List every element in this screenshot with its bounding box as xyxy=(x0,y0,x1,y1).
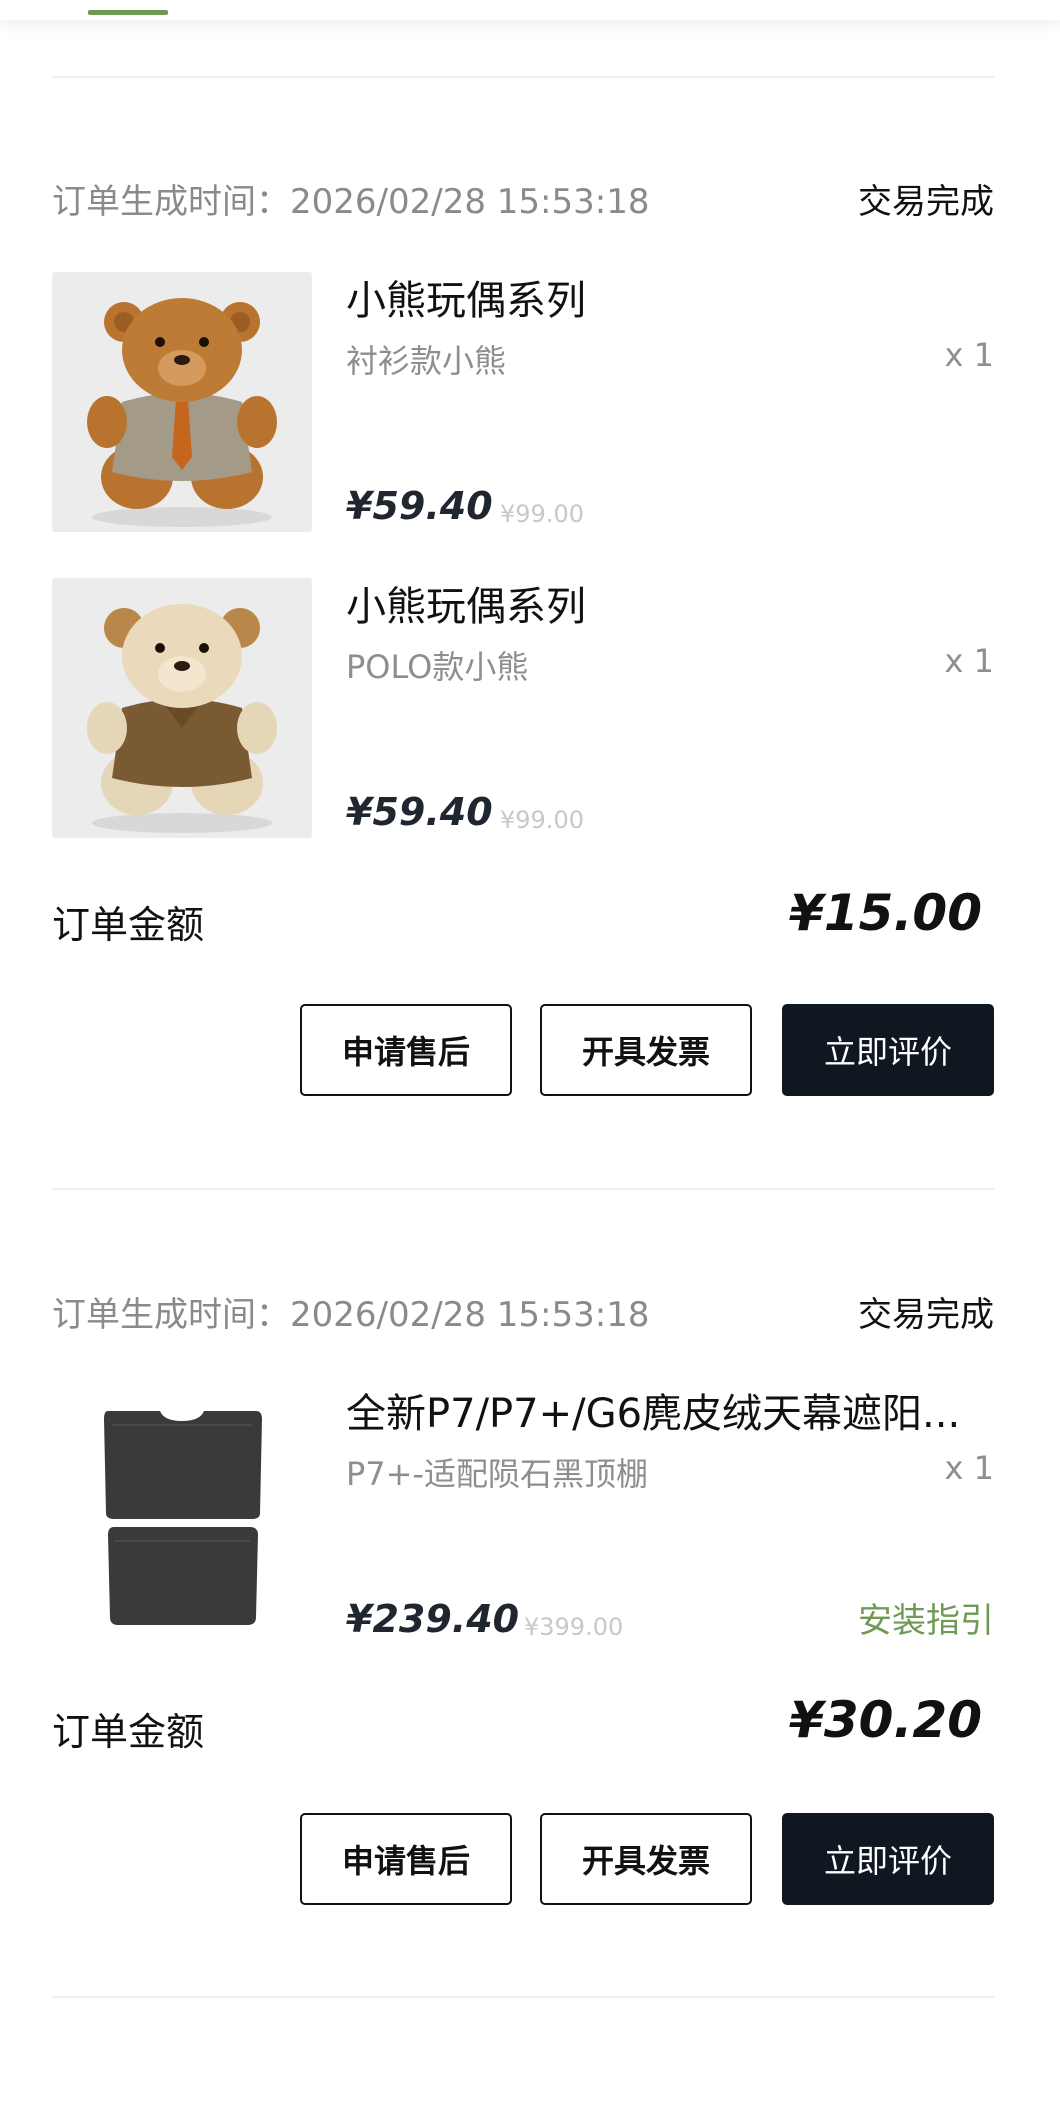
after-sales-button[interactable]: 申请售后 xyxy=(300,1813,512,1905)
product-quantity: x 1 xyxy=(944,642,994,680)
order-total-row: 订单金额 ¥15.00 xyxy=(52,884,994,948)
product-spec: POLO款小熊 xyxy=(346,648,529,686)
order-total-label: 订单金额 xyxy=(52,903,205,947)
product-quantity: x 1 xyxy=(944,336,994,374)
review-button[interactable]: 立即评价 xyxy=(782,1004,994,1096)
product-image-teddy-shirt[interactable] xyxy=(52,272,312,532)
order-actions: 申请售后 开具发票 立即评价 xyxy=(300,1813,994,1905)
product-price: ¥59.40 xyxy=(346,790,493,834)
product-name: 全新P7/P7+/G6麂皮绒天幕遮阳... xyxy=(346,1391,961,1437)
order-card: 订单生成时间：2026/02/28 15:53:18 交易完成 小熊玩偶系列 衬… xyxy=(52,170,994,1096)
order-item[interactable]: 小熊玩偶系列 衬衫款小熊 x 1 ¥59.40 ¥99.00 xyxy=(52,272,994,532)
product-price: ¥239.40 xyxy=(346,1597,520,1641)
product-image-sunroof-shade[interactable] xyxy=(52,1385,312,1645)
review-button[interactable]: 立即评价 xyxy=(782,1813,994,1905)
order-status: 交易完成 xyxy=(858,1295,994,1335)
product-original-price: ¥99.00 xyxy=(500,806,584,834)
product-original-price: ¥399.00 xyxy=(524,1613,624,1641)
order-total-amount: ¥30.20 xyxy=(789,1691,982,1749)
order-header: 订单生成时间：2026/02/28 15:53:18 交易完成 xyxy=(52,170,994,222)
divider xyxy=(52,1996,994,1998)
install-guide-link[interactable]: 安装指引 xyxy=(858,1593,994,1642)
product-name: 小熊玩偶系列 xyxy=(346,584,586,630)
order-item[interactable]: 小熊玩偶系列 POLO款小熊 x 1 ¥59.40 ¥99.00 xyxy=(52,578,994,838)
order-total-row: 订单金额 ¥30.20 xyxy=(52,1691,994,1755)
product-name: 小熊玩偶系列 xyxy=(346,278,586,324)
product-image-teddy-polo[interactable] xyxy=(52,578,312,838)
product-price: ¥59.40 xyxy=(346,484,493,528)
active-tab-indicator xyxy=(88,10,168,15)
divider xyxy=(52,76,994,78)
order-total-label: 订单金额 xyxy=(52,1710,205,1754)
order-item[interactable]: 全新P7/P7+/G6麂皮绒天幕遮阳... P7+-适配陨石黑顶棚 x 1 ¥2… xyxy=(52,1385,994,1645)
invoice-button[interactable]: 开具发票 xyxy=(540,1813,752,1905)
order-header: 订单生成时间：2026/02/28 15:53:18 交易完成 xyxy=(52,1283,994,1335)
order-card: 订单生成时间：2026/02/28 15:53:18 交易完成 全新P7/P7+… xyxy=(52,1283,994,1905)
divider xyxy=(52,1188,994,1190)
order-actions: 申请售后 开具发票 立即评价 xyxy=(300,1004,994,1096)
order-status: 交易完成 xyxy=(858,182,994,222)
order-total-amount: ¥15.00 xyxy=(789,884,982,942)
invoice-button[interactable]: 开具发票 xyxy=(540,1004,752,1096)
top-tab-bar xyxy=(0,0,1060,20)
product-quantity: x 1 xyxy=(944,1449,994,1487)
product-spec: P7+-适配陨石黑顶棚 xyxy=(346,1455,649,1493)
order-time: 订单生成时间：2026/02/28 15:53:18 xyxy=(52,182,650,222)
order-time: 订单生成时间：2026/02/28 15:53:18 xyxy=(52,1295,650,1335)
product-original-price: ¥99.00 xyxy=(500,500,584,528)
product-spec: 衬衫款小熊 xyxy=(346,342,507,380)
after-sales-button[interactable]: 申请售后 xyxy=(300,1004,512,1096)
